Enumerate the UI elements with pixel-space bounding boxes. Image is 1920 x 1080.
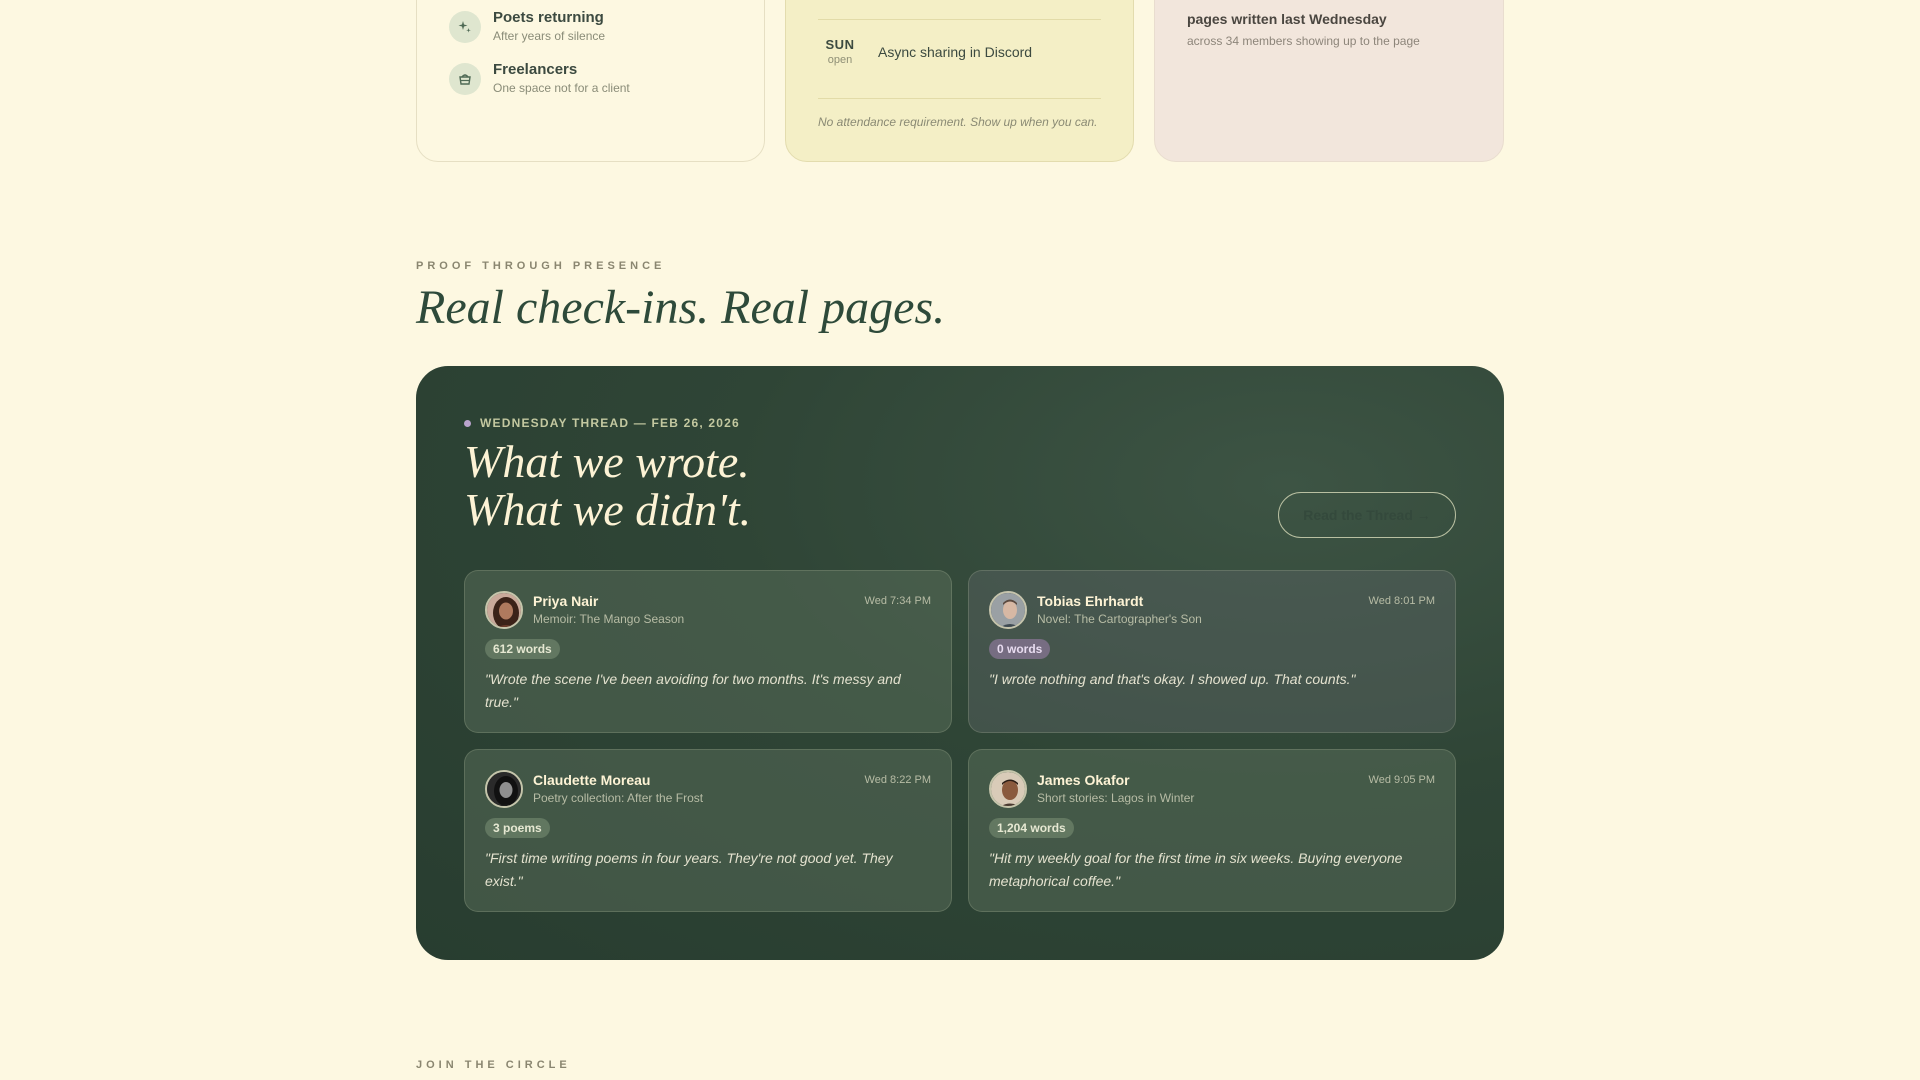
audience-item-title: Poets returning: [493, 9, 604, 26]
checkin-card: Priya Nair Memoir: The Mango Season Wed …: [464, 570, 952, 733]
join-eyebrow: JOIN THE CIRCLE: [416, 1059, 571, 1071]
basket-icon: [449, 63, 481, 95]
schedule-divider: [818, 19, 1101, 20]
section-title: Real check-ins. Real pages.: [416, 281, 946, 334]
audience-item-subtitle: After years of silence: [493, 29, 606, 43]
checkin-name: Priya Nair: [533, 593, 599, 609]
thread-title: What we wrote. What we didn't.: [464, 438, 751, 534]
stat-title: pages written last Wednesday: [1187, 11, 1387, 27]
schedule-row: SUN open Async sharing in Discord: [818, 37, 1101, 66]
read-thread-button[interactable]: Read the Thread →: [1278, 492, 1456, 538]
checkin-project: Short stories: Lagos in Winter: [1037, 791, 1195, 805]
avatar: [485, 591, 523, 629]
schedule-day-name: SUN: [825, 37, 855, 52]
schedule-day-status: open: [827, 54, 853, 66]
checkin-name: James Okafor: [1037, 772, 1130, 788]
checkin-time: Wed 9:05 PM: [1368, 774, 1435, 786]
word-count-badge: 1,204 words: [989, 818, 1074, 838]
section-eyebrow: PROOF THROUGH PRESENCE: [416, 260, 666, 272]
checkin-quote: "First time writing poems in four years.…: [485, 850, 893, 889]
stats-card: pages written last Wednesday across 34 m…: [1154, 0, 1504, 162]
sparkle-icon: [449, 11, 481, 43]
checkin-time: Wed 8:01 PM: [1368, 595, 1435, 607]
audience-item-freelancers: Freelancers One space not for a client: [449, 61, 630, 97]
checkin-card: Tobias Ehrhardt Novel: The Cartographer'…: [968, 570, 1456, 733]
thread-title-line-1: What we wrote.: [464, 436, 750, 487]
checkin-quote: "Hit my weekly goal for the first time i…: [989, 850, 1403, 889]
word-count-badge: 3 poems: [485, 818, 550, 838]
schedule-card: SUN open Async sharing in Discord No att…: [785, 0, 1134, 162]
page: Poets returning After years of silence F…: [0, 0, 1920, 1080]
checkin-name: Claudette Moreau: [533, 772, 651, 788]
avatar: [485, 770, 523, 808]
wednesday-thread-panel: WEDNESDAY THREAD — FEB 26, 2026 What we …: [416, 366, 1504, 960]
checkin-name: Tobias Ehrhardt: [1037, 593, 1144, 609]
schedule-divider: [818, 98, 1101, 99]
checkin-time: Wed 8:22 PM: [864, 774, 931, 786]
checkin-project: Memoir: The Mango Season: [533, 612, 685, 626]
avatar: [989, 770, 1027, 808]
checkin-time: Wed 7:34 PM: [864, 595, 931, 607]
checkin-quote: "Wrote the scene I've been avoiding for …: [485, 671, 901, 710]
checkin-project: Novel: The Cartographer's Son: [1037, 612, 1202, 626]
thread-label-text: WEDNESDAY THREAD — FEB 26, 2026: [480, 416, 740, 430]
word-count-badge: 612 words: [485, 639, 560, 659]
status-dot-icon: [464, 419, 471, 427]
audience-item-poets: Poets returning After years of silence: [449, 9, 605, 45]
thread-label: WEDNESDAY THREAD — FEB 26, 2026: [464, 416, 740, 430]
audience-item-title: Freelancers: [493, 61, 578, 78]
schedule-day: SUN open: [818, 37, 862, 66]
schedule-event: Async sharing in Discord: [878, 43, 1033, 60]
audience-item-subtitle: One space not for a client: [493, 81, 630, 95]
checkin-quote: "I wrote nothing and that's okay. I show…: [989, 671, 1356, 687]
checkin-card: Claudette Moreau Poetry collection: Afte…: [464, 749, 952, 912]
checkin-card: James Okafor Short stories: Lagos in Win…: [968, 749, 1456, 912]
thread-title-line-2: What we didn't.: [464, 484, 752, 535]
avatar: [989, 591, 1027, 629]
stat-subtitle: across 34 members showing up to the page: [1187, 34, 1420, 48]
checkin-project: Poetry collection: After the Frost: [533, 791, 704, 805]
word-count-badge: 0 words: [989, 639, 1051, 659]
audience-card: Poets returning After years of silence F…: [416, 0, 765, 162]
schedule-note: No attendance requirement. Show up when …: [818, 115, 1098, 129]
